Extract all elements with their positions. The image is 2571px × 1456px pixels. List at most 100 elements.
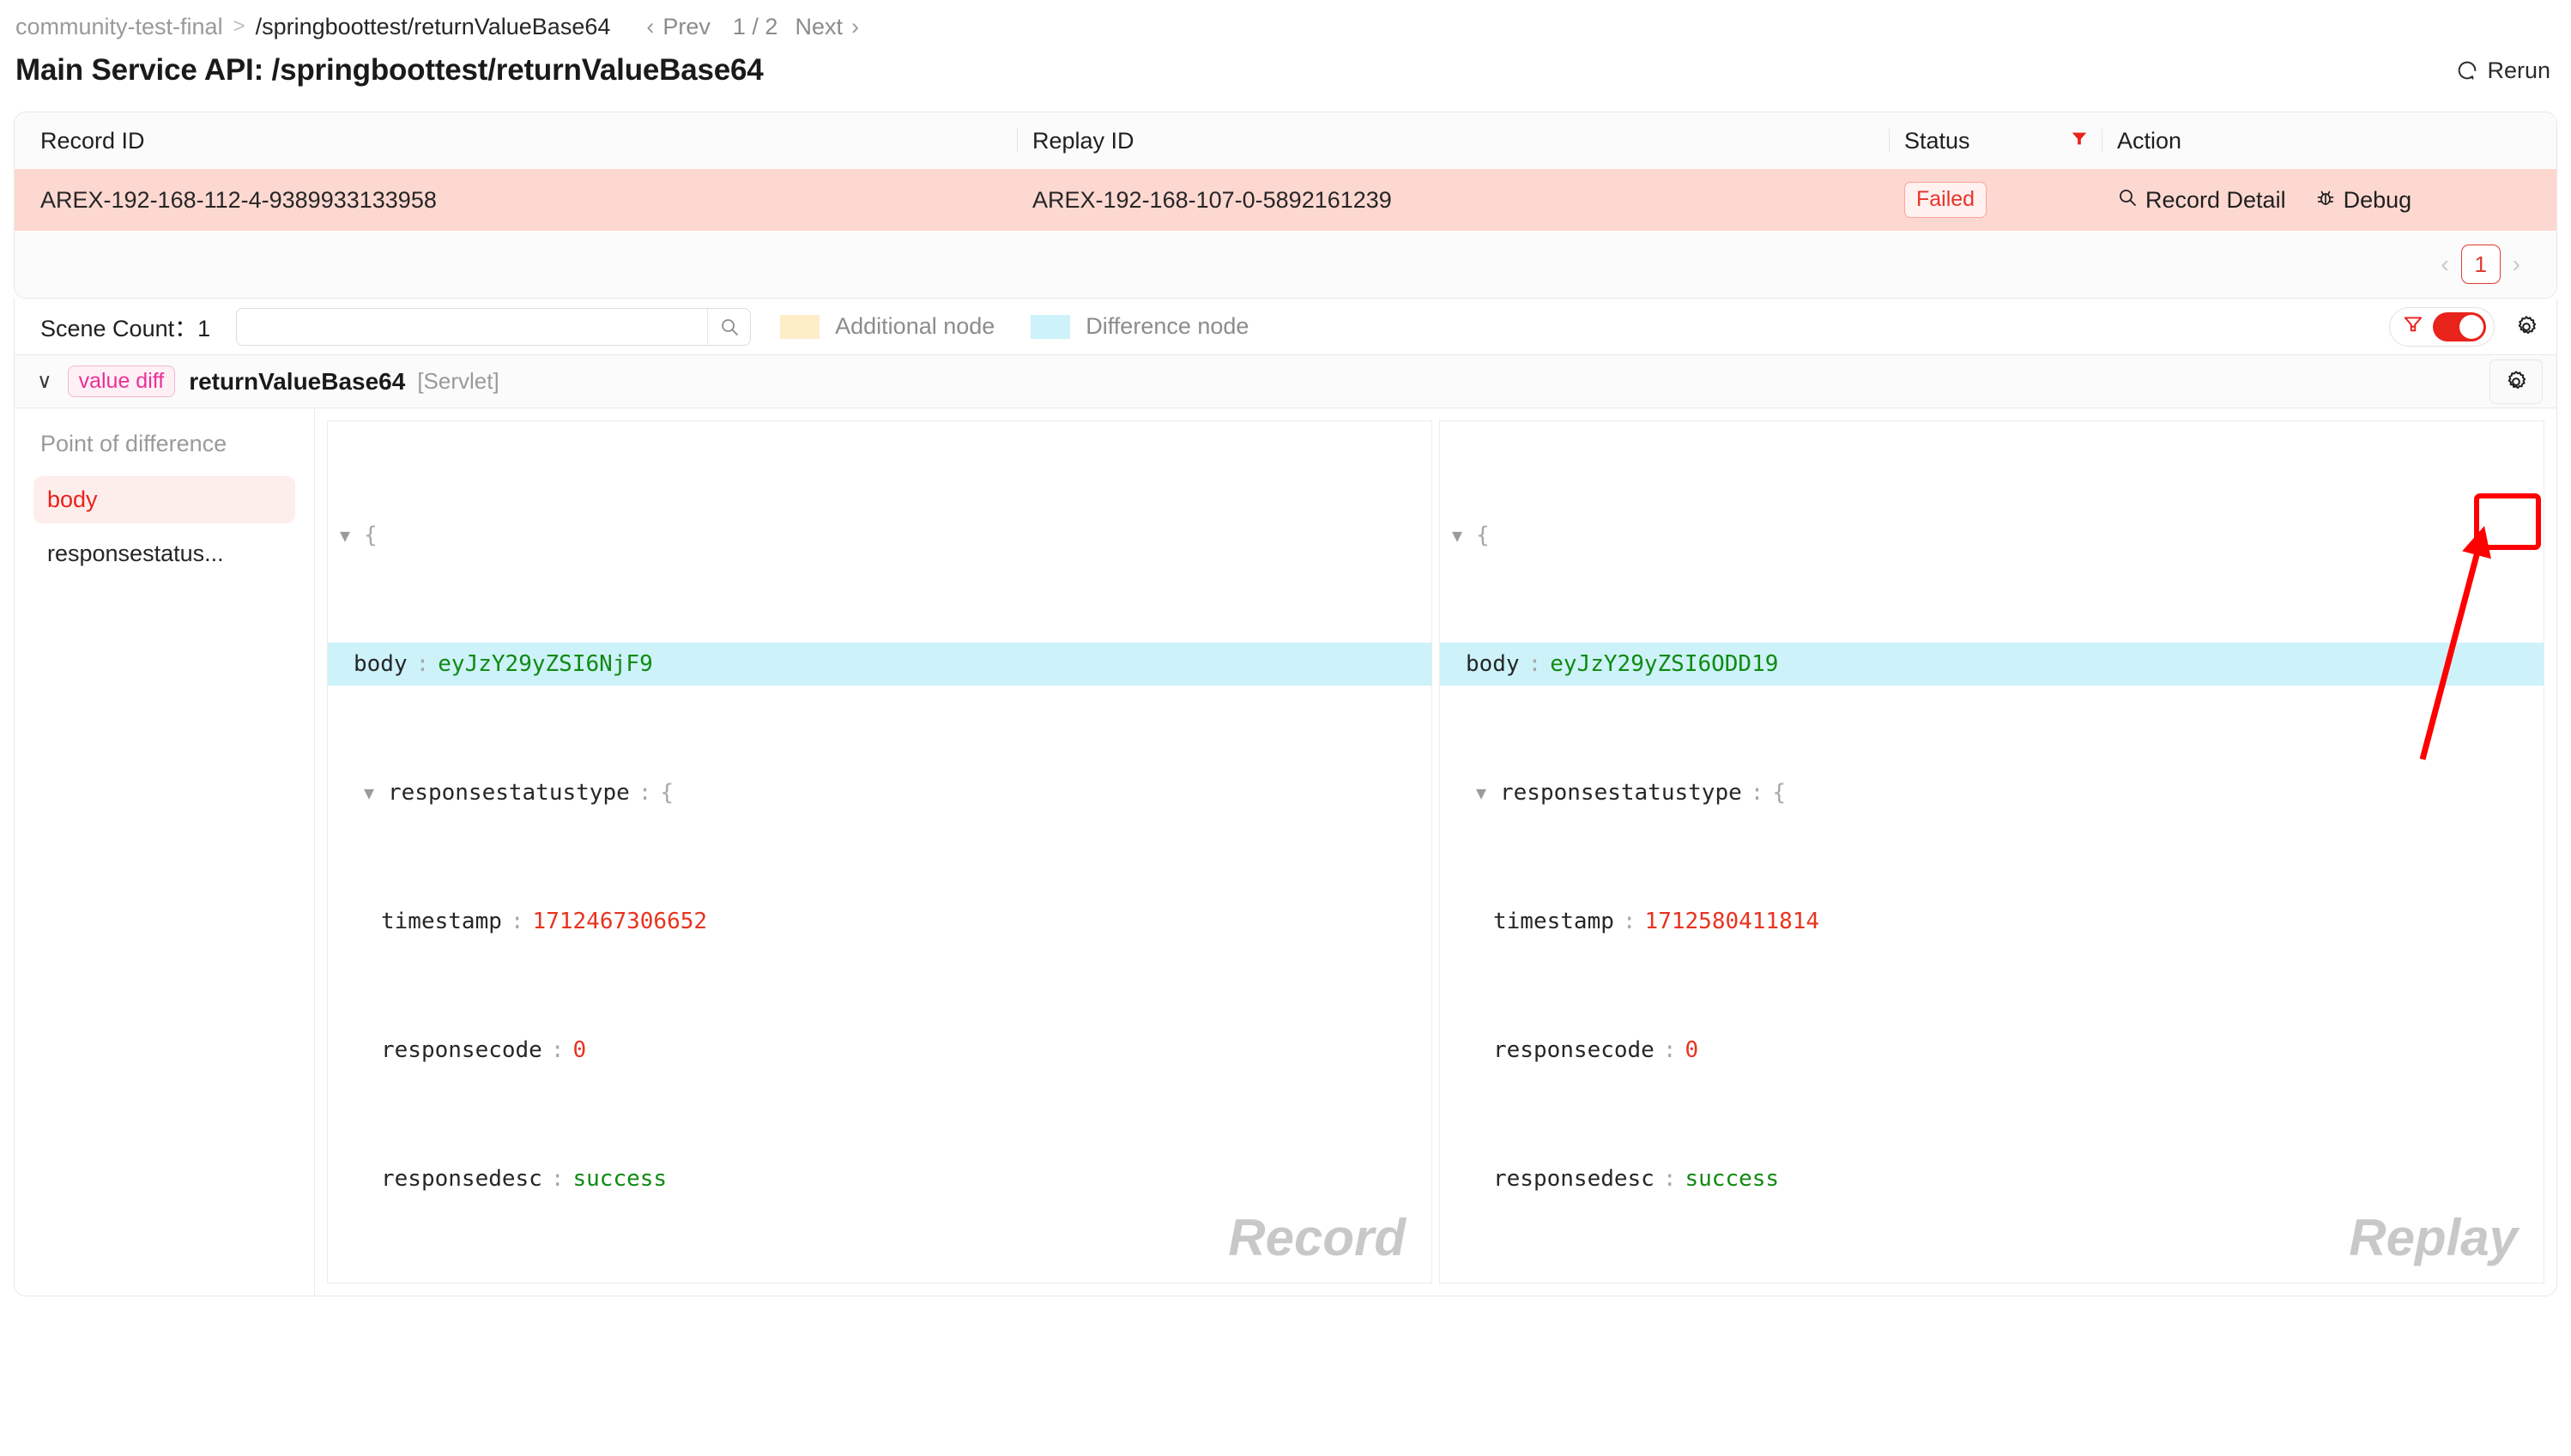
json-brace: { — [364, 523, 378, 548]
column-header-record-id: Record ID — [15, 112, 1017, 169]
cell-action: Record Detail Debug — [2102, 169, 2556, 231]
replay-json-tree: ▼{ body: eyJzY29yZSI6ODD19 ▼ responsestatu… — [1440, 421, 2544, 1283]
json-key: responsedesc — [381, 1166, 542, 1192]
json-key: responsecode — [381, 1037, 542, 1063]
json-colon: : — [1527, 651, 1542, 677]
status-badge: Failed — [1904, 182, 1987, 218]
json-value: eyJzY29yZSI6NjF9 — [438, 651, 653, 677]
pagination-prev-icon[interactable]: ‹ — [2441, 251, 2448, 278]
search-button[interactable] — [707, 308, 750, 345]
json-value: 1712467306652 — [532, 909, 708, 934]
search-input[interactable] — [237, 308, 708, 345]
next-chevron-icon[interactable]: › — [851, 14, 859, 40]
bug-icon — [2315, 187, 2336, 214]
pagination-page-1[interactable]: 1 — [2460, 245, 2501, 284]
replay-id-value: AREX-192-168-107-0-5892161239 — [1032, 186, 1392, 213]
json-colon: : — [415, 651, 430, 677]
point-of-difference-item-responsestatustype[interactable]: responsestatus... — [33, 530, 295, 577]
search-box[interactable] — [236, 307, 752, 346]
point-of-difference-item-body[interactable]: body — [33, 476, 295, 523]
record-id-value: AREX-192-168-112-4-9389933133958 — [40, 186, 437, 213]
diff-settings-gear-icon[interactable] — [2489, 359, 2543, 404]
diff-header-right — [2489, 355, 2556, 408]
cell-replay-id: AREX-192-168-107-0-5892161239 — [1017, 169, 1889, 231]
filter-switch[interactable] — [2433, 311, 2486, 341]
json-colon: : — [638, 780, 652, 806]
diff-node-name: returnValueBase64 — [189, 367, 406, 395]
diff-toolbar: Scene Count：1 Additional node Difference… — [14, 299, 2557, 355]
scene-count: Scene Count：1 — [40, 310, 210, 343]
json-colon: : — [550, 1166, 565, 1192]
pagination-next-icon[interactable]: › — [2513, 251, 2520, 278]
column-divider — [1017, 129, 1018, 153]
json-colon: : — [1662, 1037, 1677, 1063]
record-pane[interactable]: ▼{ body: eyJzY29yZSI6NjF9 ▼ responsestatus… — [327, 420, 1432, 1284]
json-line-responsecode: responsecode:0 — [1440, 1029, 2544, 1072]
replay-watermark: Replay — [2349, 1209, 2518, 1266]
legend: Additional node Difference node — [780, 313, 1285, 340]
json-key: responsestatustype — [388, 780, 630, 806]
scene-count-value: 1 — [197, 316, 211, 341]
json-value: 0 — [572, 1037, 587, 1063]
json-brace: { — [1476, 523, 1490, 548]
page-indicator: 1 / 2 — [732, 13, 778, 39]
filter-toggle[interactable] — [2389, 306, 2495, 347]
collapse-triangle-icon[interactable]: ▼ — [340, 514, 364, 557]
legend-swatch-difference — [1031, 314, 1071, 339]
rerun-button[interactable]: Rerun — [2455, 57, 2554, 84]
rerun-label: Rerun — [2487, 57, 2550, 83]
next-button[interactable]: Next — [795, 14, 843, 40]
json-key: responsestatustype — [1500, 780, 1742, 806]
column-header-action: Action — [2102, 112, 2556, 169]
json-value: 1712580411814 — [1644, 909, 1820, 934]
record-detail-label: Record Detail — [2145, 186, 2286, 213]
json-value: eyJzY29yZSI6ODD19 — [1550, 651, 1779, 677]
legend-item-additional: Additional node — [780, 313, 995, 340]
point-of-difference-panel: Point of difference body responsestatus.… — [15, 408, 315, 1296]
diff-body: Point of difference body responsestatus.… — [14, 408, 2557, 1296]
breadcrumb-project[interactable]: community-test-final — [15, 14, 223, 40]
chevron-down-icon[interactable]: ∨ — [37, 369, 52, 394]
json-key: responsedesc — [1493, 1166, 1655, 1192]
json-key: timestamp — [1493, 909, 1614, 934]
column-header-status-label: Status — [1904, 127, 1970, 154]
breadcrumb: community-test-final > /springboottest/r… — [0, 0, 2571, 45]
json-colon: : — [1662, 1166, 1677, 1192]
switch-knob — [2459, 314, 2483, 339]
debug-button[interactable]: Debug — [2315, 187, 2411, 214]
json-colon: : — [510, 909, 524, 934]
replay-pane[interactable]: ▼{ body: eyJzY29yZSI6ODD19 ▼ responsestatu… — [1439, 420, 2544, 1284]
toolbar-settings-gear-icon[interactable] — [2514, 314, 2539, 340]
title-row: Main Service API: /springboottest/return… — [0, 45, 2571, 96]
breadcrumb-api-path: /springboottest/returnValueBase64 — [255, 13, 611, 39]
collapse-triangle-icon[interactable]: ▼ — [364, 771, 388, 814]
prev-button[interactable]: Prev — [662, 14, 711, 40]
filter-funnel-icon — [2402, 313, 2424, 340]
record-json-tree: ▼{ body: eyJzY29yZSI6NjF9 ▼ responsestatus… — [328, 421, 1431, 1283]
diff-section-header: ∨ value diff returnValueBase64 [Servlet] — [14, 355, 2557, 408]
table-row[interactable]: AREX-192-168-112-4-9389933133958 AREX-19… — [15, 169, 2556, 231]
cell-record-id: AREX-192-168-112-4-9389933133958 — [15, 169, 1017, 231]
legend-label-additional: Additional node — [835, 313, 995, 339]
breadcrumb-separator: > — [233, 15, 245, 38]
cell-spacer — [2057, 169, 2102, 231]
json-key: responsecode — [1493, 1037, 1655, 1063]
column-divider — [1889, 129, 1890, 153]
record-detail-button[interactable]: Record Detail — [2117, 187, 2286, 214]
filter-funnel-icon — [2070, 128, 2089, 154]
column-header-record-id-label: Record ID — [40, 127, 145, 154]
json-line-responsestatustype: ▼ responsestatustype: { — [328, 771, 1431, 814]
prev-chevron-icon[interactable]: ‹ — [646, 14, 654, 40]
rerun-icon — [2455, 58, 2479, 82]
json-colon: : — [1622, 909, 1636, 934]
point-of-difference-title: Point of difference — [40, 431, 227, 456]
diff-node-type: [Servlet] — [417, 368, 499, 394]
page-title: Main Service API: /springboottest/return… — [15, 53, 764, 87]
record-table-card: Record ID Replay ID Status Action AREX-1… — [14, 112, 2557, 299]
json-line-timestamp: timestamp:1712580411814 — [1440, 900, 2544, 943]
collapse-triangle-icon[interactable]: ▼ — [1476, 771, 1500, 814]
json-line-responsecode: responsecode:0 — [328, 1029, 1431, 1072]
status-filter-button[interactable] — [2057, 112, 2102, 169]
collapse-triangle-icon[interactable]: ▼ — [1452, 514, 1476, 557]
column-header-status: Status — [1889, 112, 2057, 169]
